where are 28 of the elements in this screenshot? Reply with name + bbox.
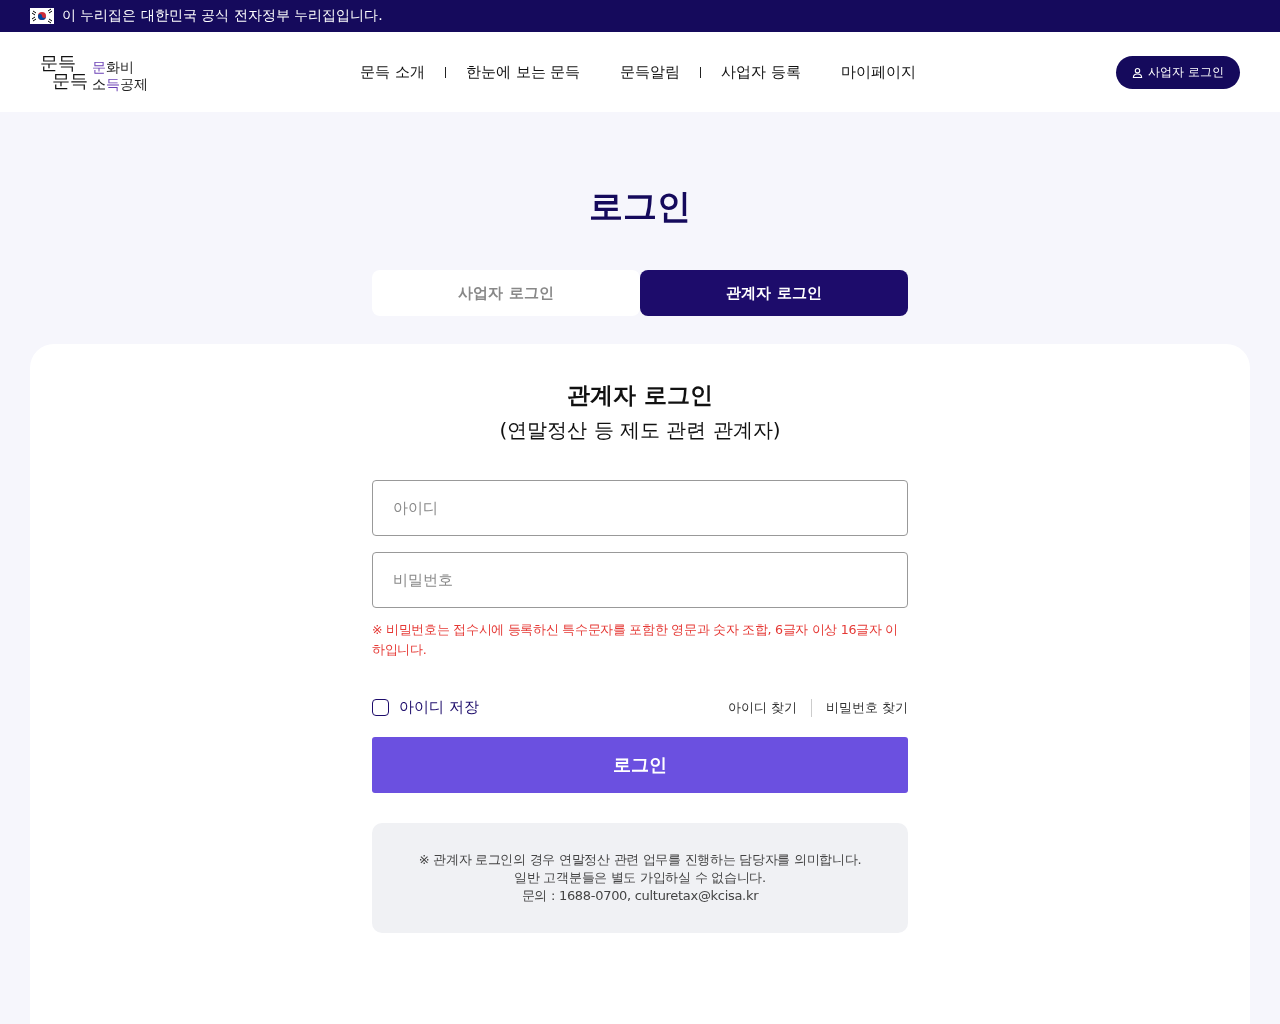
notice-text: 문의 : 1688-0700, culturetax@kcisa.kr (521, 887, 759, 905)
save-id-checkbox[interactable]: 아이디 저장 (372, 698, 479, 717)
logo-caption: 소득공제 (92, 76, 148, 93)
form-title: 관계자 로그인 (567, 381, 713, 410)
logo-caption: 문화비 (92, 59, 135, 76)
form-subtitle: (연말정산 등 제도 관련 관계자) (499, 417, 781, 444)
password-field[interactable]: 비밀번호 (372, 552, 908, 608)
find-link[interactable]: 비밀번호 찾기 (825, 698, 908, 717)
person-icon (1132, 66, 1144, 78)
notice-text: 일반 고객분들은 별도 가입하실 수 없습니다. (514, 869, 766, 887)
nav-link[interactable]: 문득알림 (600, 62, 701, 82)
nav-link[interactable]: 마이페이지 (821, 62, 937, 82)
nav-link[interactable]: 사업자 등록 (701, 62, 822, 82)
notice-text: ※ 관계자 로그인의 경우 연말정산 관련 업무를 진행하는 담당자를 의미합니다. (418, 851, 862, 869)
logo-wordmark: 문득 (52, 72, 88, 90)
flag-icon (30, 8, 54, 24)
login-button[interactable]: 로그인 (372, 737, 908, 793)
page-title: 로그인 (589, 185, 691, 228)
login-tab[interactable]: 사업자 로그인 (372, 270, 640, 316)
nav-link[interactable]: 한눈에 보는 문득 (445, 62, 601, 82)
government-site-notice: 이 누리집은 대한민국 공식 전자정부 누리집입니다. (62, 7, 383, 25)
nav-link[interactable]: 문득 소개 (340, 62, 445, 82)
business-login-button[interactable]: 사업자 로그인 (1116, 55, 1240, 89)
find-link[interactable]: 아이디 찾기 (727, 698, 797, 717)
login-tab[interactable]: 관계자 로그인 (640, 270, 908, 316)
password-hint: ※ 비밀번호는 접수시에 등록하신 특수문자를 포함한 영문과 숫자 조합, 6글자 이상 16글자 이하입니다. (372, 621, 900, 659)
id-field[interactable]: 아이디 (372, 480, 908, 536)
logo-wordmark: 문득 (40, 54, 77, 72)
